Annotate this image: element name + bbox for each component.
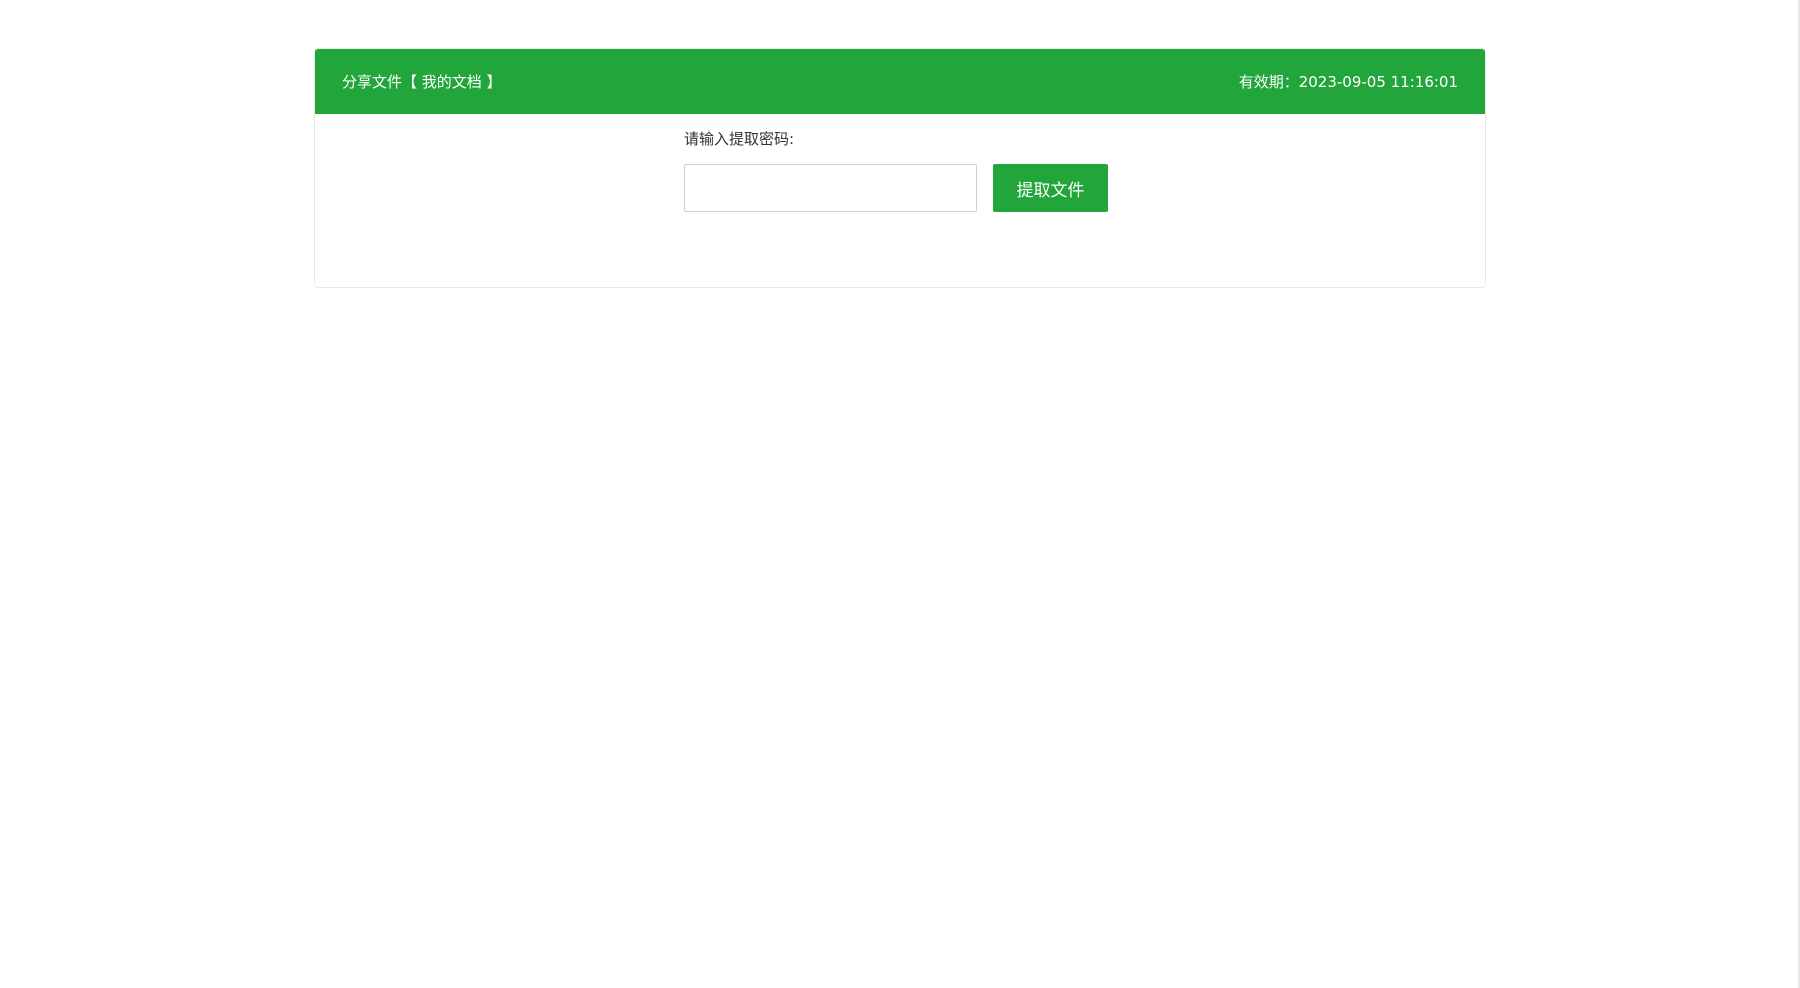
- expiry-time: 有效期：2023-09-05 11:16:01: [1238, 73, 1458, 91]
- password-label: 请输入提取密码:: [684, 130, 795, 148]
- password-form: 请输入提取密码: 提取文件: [315, 114, 1485, 287]
- share-file-title: 分享文件【 我的文档 】: [342, 73, 502, 91]
- extract-password-input[interactable]: [684, 164, 977, 212]
- extract-file-button[interactable]: 提取文件: [993, 164, 1108, 212]
- panel-header: 分享文件【 我的文档 】 有效期：2023-09-05 11:16:01: [315, 49, 1485, 114]
- share-page: 分享文件【 我的文档 】 有效期：2023-09-05 11:16:01 请输入…: [0, 0, 1800, 988]
- share-file-panel: 分享文件【 我的文档 】 有效期：2023-09-05 11:16:01 请输入…: [314, 48, 1486, 288]
